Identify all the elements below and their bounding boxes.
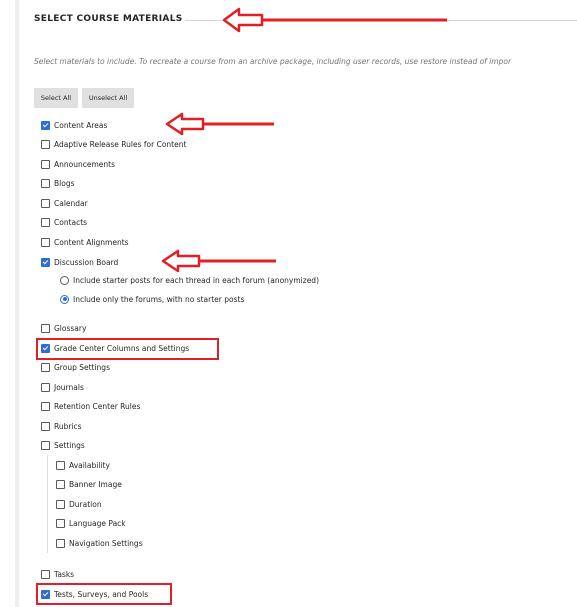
arrow-icon [165, 112, 205, 136]
annotation-arrows [161, 7, 447, 273]
arrow-icon [161, 249, 201, 273]
arrow-icon [222, 7, 264, 33]
